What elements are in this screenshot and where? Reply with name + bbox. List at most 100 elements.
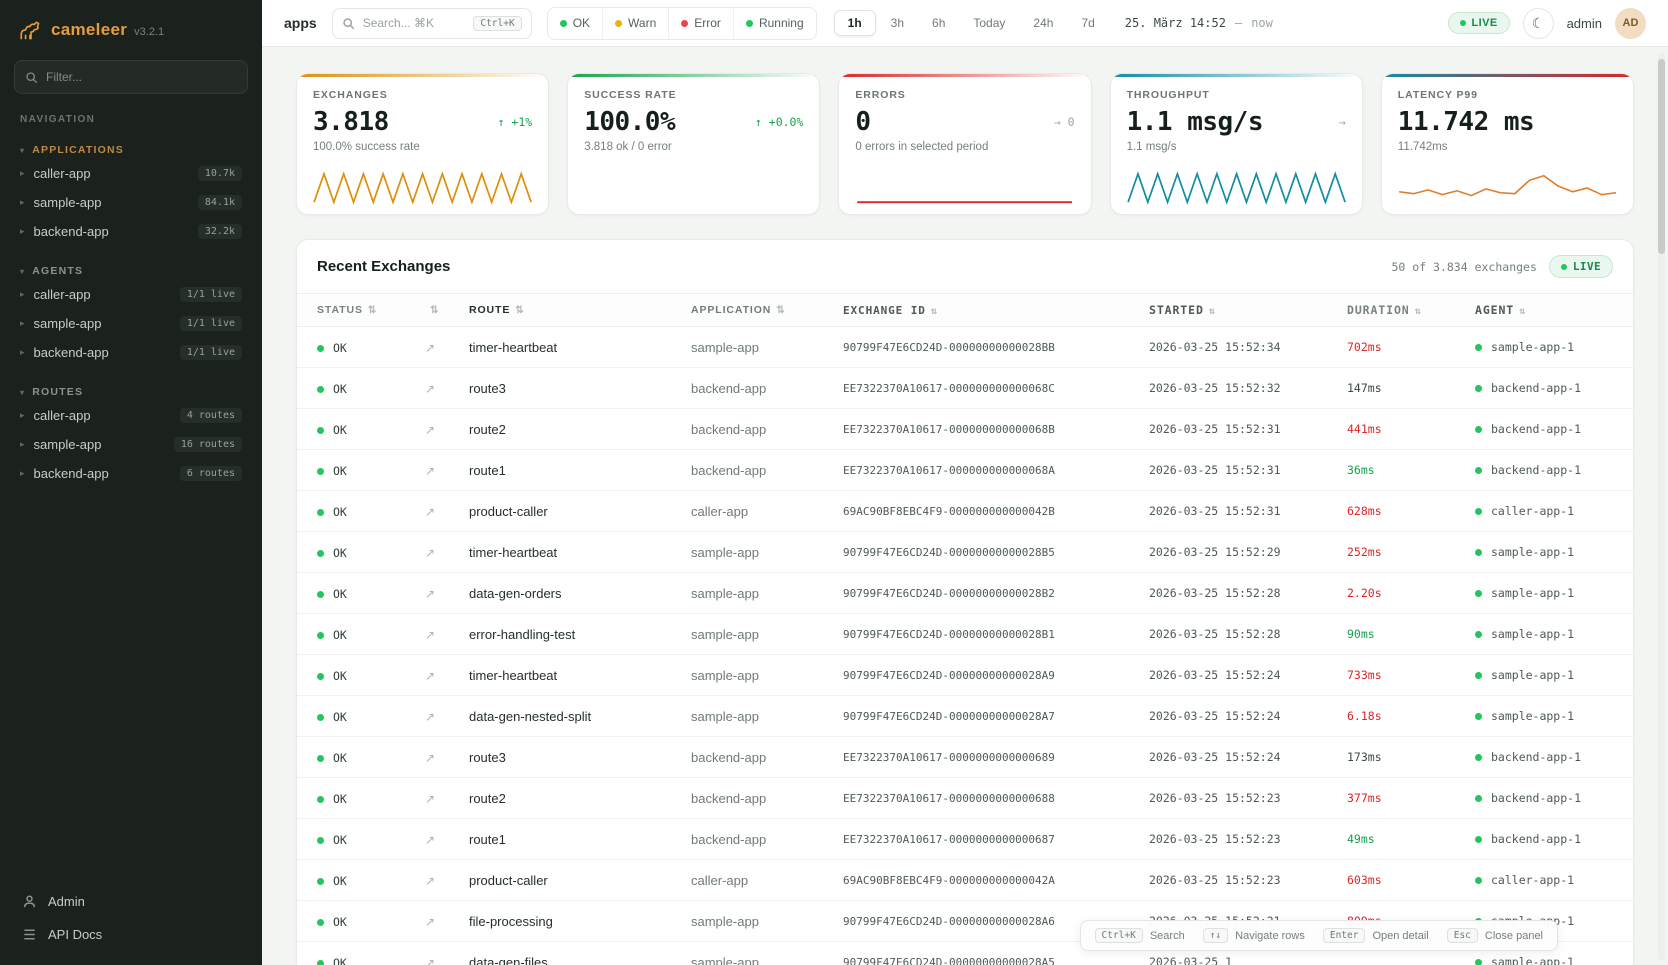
table-row[interactable]: OK↗timer-heartbeatsample-app90799F47E6CD… xyxy=(297,532,1633,573)
sidebar-item-caller-app[interactable]: ▸caller-app4 routes xyxy=(12,401,250,430)
time-range-today[interactable]: Today xyxy=(960,11,1018,35)
table-row[interactable]: OK↗route2backend-appEE7322370A10617-0000… xyxy=(297,778,1633,819)
cell-exchange-id: EE7322370A10617-0000000000000689 xyxy=(833,737,1139,778)
time-range-6h[interactable]: 6h xyxy=(919,11,958,35)
table-live-badge[interactable]: LIVE xyxy=(1549,255,1613,278)
open-exchange-icon[interactable]: ↗ xyxy=(425,792,435,806)
sidebar-filter[interactable] xyxy=(14,60,248,94)
column-header-dur[interactable]: DURATION⇅ xyxy=(1337,294,1465,327)
agent-name: backend-app-1 xyxy=(1491,463,1581,477)
filter-chip-label: OK xyxy=(573,16,590,30)
table-row[interactable]: OK↗error-handling-testsample-app90799F47… xyxy=(297,614,1633,655)
open-exchange-icon[interactable]: ↗ xyxy=(425,505,435,519)
global-search[interactable]: Ctrl+K xyxy=(332,8,532,39)
table-row[interactable]: OK↗data-gen-nested-splitsample-app90799F… xyxy=(297,696,1633,737)
agent-status-dot-icon xyxy=(1475,754,1482,761)
live-badge[interactable]: LIVE xyxy=(1448,12,1510,34)
open-exchange-icon[interactable]: ↗ xyxy=(425,546,435,560)
status-text: OK xyxy=(333,423,347,437)
time-range-24h[interactable]: 24h xyxy=(1020,11,1066,35)
open-exchange-icon[interactable]: ↗ xyxy=(425,423,435,437)
table-row[interactable]: OK↗route1backend-appEE7322370A10617-0000… xyxy=(297,819,1633,860)
table-row[interactable]: OK↗route3backend-appEE7322370A10617-0000… xyxy=(297,737,1633,778)
section-header-agents[interactable]: ▾AGENTS xyxy=(12,262,250,280)
sort-icon[interactable]: ⇅ xyxy=(931,306,938,317)
chevron-right-icon: ▸ xyxy=(20,168,25,179)
section-header-routes[interactable]: ▾ROUTES xyxy=(12,383,250,401)
column-header-id[interactable]: EXCHANGE ID⇅ xyxy=(833,294,1139,327)
sidebar-item-backend-app[interactable]: ▸backend-app6 routes xyxy=(12,459,250,488)
search-input[interactable] xyxy=(363,16,466,30)
sparkline-chart xyxy=(855,171,1074,205)
section-header-applications[interactable]: ▾APPLICATIONS xyxy=(12,141,250,159)
filter-chip-running[interactable]: Running xyxy=(734,8,816,39)
sidebar-item-backend-app[interactable]: ▸backend-app1/1 live xyxy=(12,338,250,367)
filter-chip-warn[interactable]: Warn xyxy=(603,8,669,39)
sidebar-item-api-docs[interactable]: API Docs xyxy=(14,918,248,951)
card-accent-bar xyxy=(297,74,548,77)
sidebar-sections: ▾APPLICATIONS▸caller-app10.7k▸sample-app… xyxy=(12,125,250,488)
table-row[interactable]: OK↗route3backend-appEE7322370A10617-0000… xyxy=(297,368,1633,409)
scrollbar-thumb[interactable] xyxy=(1658,59,1665,254)
column-header-start[interactable]: STARTED⇅ xyxy=(1139,294,1337,327)
open-exchange-icon[interactable]: ↗ xyxy=(425,587,435,601)
time-range-1h[interactable]: 1h xyxy=(834,10,876,36)
sidebar-item-admin[interactable]: Admin xyxy=(14,885,248,918)
date-range[interactable]: 25. März 14:52 — now xyxy=(1125,16,1273,30)
scrollbar-track[interactable] xyxy=(1658,53,1665,961)
sidebar-item-sample-app[interactable]: ▸sample-app16 routes xyxy=(12,430,250,459)
dark-mode-toggle[interactable]: ☾ xyxy=(1523,8,1554,39)
sort-icon[interactable]: ⇅ xyxy=(515,305,524,316)
column-header-agent[interactable]: AGENT⇅ xyxy=(1465,294,1633,327)
sidebar-item-caller-app[interactable]: ▸caller-app1/1 live xyxy=(12,280,250,309)
sort-icon[interactable]: ⇅ xyxy=(1209,306,1216,317)
open-exchange-icon[interactable]: ↗ xyxy=(425,751,435,765)
column-header-open[interactable]: ⇅ xyxy=(415,294,459,327)
sort-icon[interactable]: ⇅ xyxy=(1519,306,1526,317)
column-header-app[interactable]: APPLICATION⇅ xyxy=(681,294,833,327)
sidebar-item-caller-app[interactable]: ▸caller-app10.7k xyxy=(12,159,250,188)
cell-agent: sample-app-1 xyxy=(1465,614,1633,655)
status-dot-icon xyxy=(317,796,324,803)
open-exchange-icon[interactable]: ↗ xyxy=(425,956,435,965)
sort-icon[interactable]: ⇅ xyxy=(1415,306,1422,317)
status-text: OK xyxy=(333,546,347,560)
filter-chip-error[interactable]: Error xyxy=(669,8,734,39)
table-row[interactable]: OK↗route2backend-appEE7322370A10617-0000… xyxy=(297,409,1633,450)
filter-chip-ok[interactable]: OK xyxy=(548,8,603,39)
sort-icon[interactable]: ⇅ xyxy=(430,305,439,316)
cell-exchange-id: 90799F47E6CD24D-00000000000028B2 xyxy=(833,573,1139,614)
table-row[interactable]: OK↗route1backend-appEE7322370A10617-0000… xyxy=(297,450,1633,491)
open-exchange-icon[interactable]: ↗ xyxy=(425,341,435,355)
open-exchange-icon[interactable]: ↗ xyxy=(425,464,435,478)
search-shortcut-badge: Ctrl+K xyxy=(473,16,521,31)
table-row[interactable]: OK↗data-gen-orderssample-app90799F47E6CD… xyxy=(297,573,1633,614)
sidebar-item-sample-app[interactable]: ▸sample-app84.1k xyxy=(12,188,250,217)
table-row[interactable]: OK↗timer-heartbeatsample-app90799F47E6CD… xyxy=(297,655,1633,696)
open-exchange-icon[interactable]: ↗ xyxy=(425,628,435,642)
open-exchange-icon[interactable]: ↗ xyxy=(425,710,435,724)
sort-icon[interactable]: ⇅ xyxy=(368,305,377,316)
table-row[interactable]: OK↗timer-heartbeatsample-app90799F47E6CD… xyxy=(297,327,1633,368)
open-exchange-icon[interactable]: ↗ xyxy=(425,669,435,683)
column-header-route[interactable]: ROUTE⇅ xyxy=(459,294,681,327)
sort-icon[interactable]: ⇅ xyxy=(776,305,785,316)
cell-started: 2026-03-25 15:52:24 xyxy=(1139,696,1337,737)
sidebar: cameleer v3.2.1 NAVIGATION ▾APPLICATIONS… xyxy=(0,0,262,965)
sidebar-item-backend-app[interactable]: ▸backend-app32.2k xyxy=(12,217,250,246)
filter-input[interactable] xyxy=(46,70,237,84)
open-exchange-icon[interactable]: ↗ xyxy=(425,915,435,929)
cell-started: 2026-03-25 15:52:31 xyxy=(1139,409,1337,450)
avatar[interactable]: AD xyxy=(1615,8,1646,39)
table-row[interactable]: OK↗product-callercaller-app69AC90BF8EBC4… xyxy=(297,491,1633,532)
open-exchange-icon[interactable]: ↗ xyxy=(425,833,435,847)
sidebar-item-sample-app[interactable]: ▸sample-app1/1 live xyxy=(12,309,250,338)
cell-open: ↗ xyxy=(415,737,459,778)
time-range-7d[interactable]: 7d xyxy=(1068,11,1107,35)
open-exchange-icon[interactable]: ↗ xyxy=(425,874,435,888)
open-exchange-icon[interactable]: ↗ xyxy=(425,382,435,396)
table-row[interactable]: OK↗product-callercaller-app69AC90BF8EBC4… xyxy=(297,860,1633,901)
column-header-status[interactable]: STATUS⇅ xyxy=(297,294,415,327)
status-dot-icon xyxy=(746,20,753,27)
time-range-3h[interactable]: 3h xyxy=(878,11,917,35)
